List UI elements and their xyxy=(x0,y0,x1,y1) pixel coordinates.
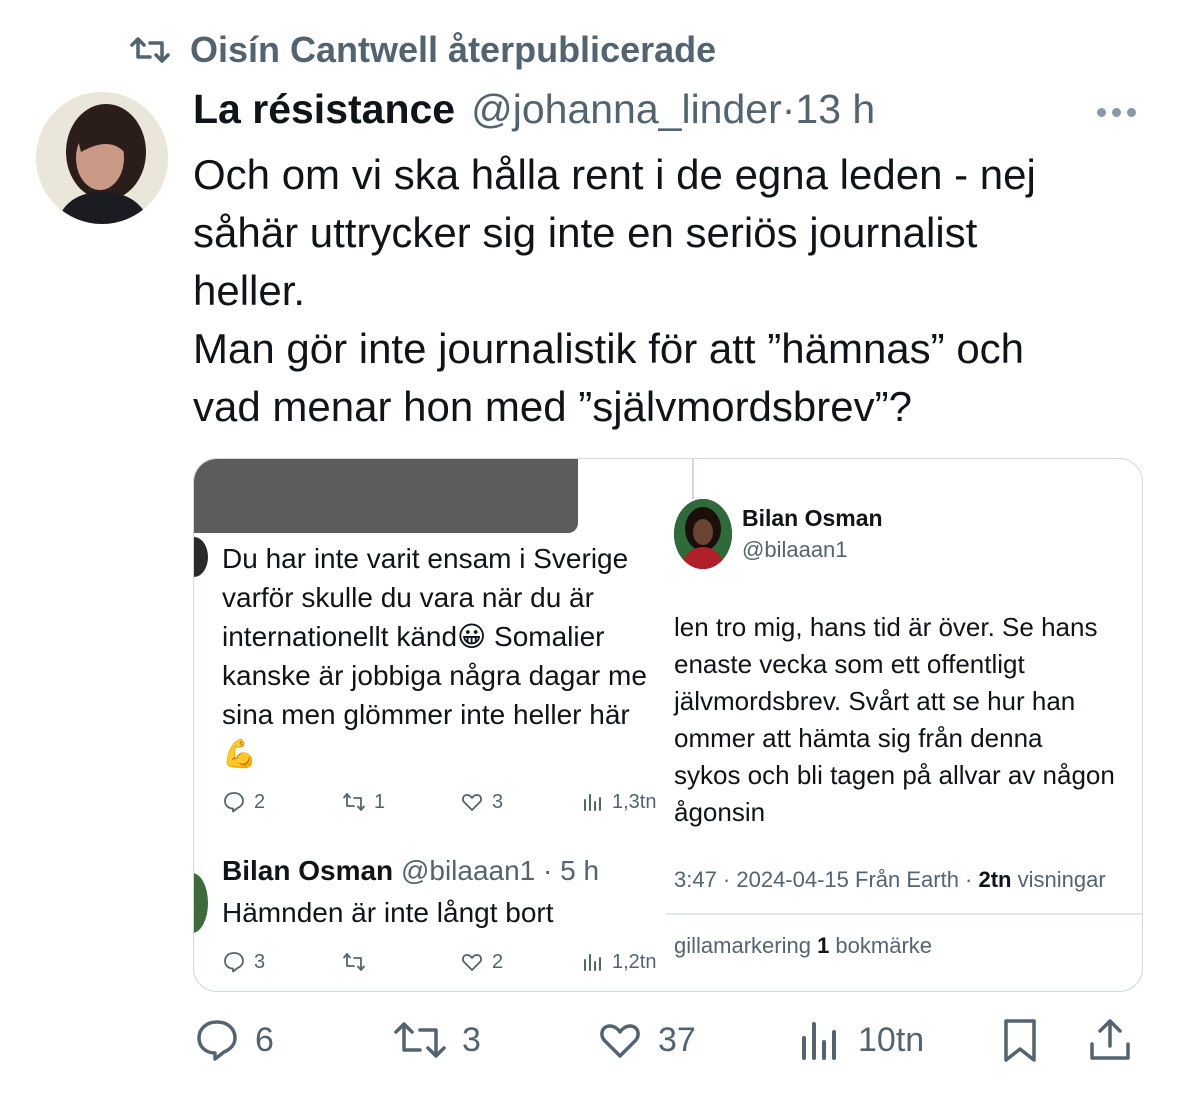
view-count: 1,2tn xyxy=(580,950,656,974)
avatar xyxy=(194,537,208,577)
quoted-tweet-text: len tro mig, hans tid är över. Se hans e… xyxy=(674,609,1142,831)
bookmark-icon xyxy=(1004,1019,1036,1062)
display-name[interactable]: La résistance xyxy=(193,86,455,133)
quoted-text-line: enaste vecka som ett offentligt xyxy=(674,649,1025,679)
repost-label: Oisín Cantwell återpublicerade xyxy=(190,29,717,70)
tweet-text-line: såhär uttrycker sig inte en seriös journ… xyxy=(193,209,978,256)
view-count: 1,3tn xyxy=(580,790,656,814)
repost-indicator[interactable]: Oisín Cantwell återpublicerade xyxy=(130,28,716,72)
reply-text-line: sina men glömmer inte heller här xyxy=(222,699,630,730)
tweet-timestamp[interactable]: 13 h xyxy=(795,86,875,133)
repost-icon xyxy=(394,1022,446,1058)
avatar[interactable] xyxy=(36,92,168,224)
more-options-button[interactable] xyxy=(1092,100,1140,124)
reply-text-line: varför skulle du vara när du är xyxy=(222,582,594,613)
cropped-image-block xyxy=(194,459,578,533)
views-button[interactable]: 10tn xyxy=(796,1016,924,1064)
views-icon xyxy=(584,954,601,971)
quoted-text-line: ågonsin xyxy=(674,797,766,827)
repost-button[interactable]: 3 xyxy=(392,1016,481,1064)
share-icon xyxy=(1090,1019,1130,1060)
reply-author-name: Bilan Osman xyxy=(222,855,394,886)
reply-text-line: internationellt känd😀 Somalier xyxy=(222,621,605,652)
heart-icon xyxy=(462,954,482,971)
more-dot-icon xyxy=(1111,107,1121,117)
like-count: 37 xyxy=(658,1020,696,1059)
quoted-text-line: sykos och bli tagen på allvar av någon xyxy=(674,760,1115,790)
reply-text-line: Du har inte varit ensam i Sverige xyxy=(222,543,629,574)
tweet-text-line: Och om vi ska hålla rent i de egna leden… xyxy=(193,151,1036,198)
author-handle: @bilaaan1 xyxy=(742,537,848,562)
avatar-image xyxy=(674,499,732,569)
quoted-view-count: 2tn xyxy=(978,867,1012,892)
heart-icon xyxy=(600,1024,640,1058)
media-left-screenshot: Du har inte varit ensam i Sverige varför… xyxy=(194,459,664,991)
tweet-text-line: heller. xyxy=(193,267,306,314)
repost-icon xyxy=(343,953,365,971)
more-dot-icon xyxy=(1096,107,1106,117)
views-icon xyxy=(584,794,601,811)
likes-label: gillamarkering xyxy=(674,933,818,958)
user-handle[interactable]: @johanna_linder xyxy=(471,86,782,133)
repost-icon xyxy=(130,37,170,63)
reply-count: 2 xyxy=(222,790,265,814)
divider xyxy=(666,913,1142,915)
tweet-media-image[interactable]: Du har inte varit ensam i Sverige varför… xyxy=(193,458,1143,992)
author-name: Bilan Osman xyxy=(742,505,883,531)
comment-icon xyxy=(224,792,244,813)
quoted-engagement: gillamarkering 1 bokmärke xyxy=(674,933,932,959)
media-right-screenshot: Bilan Osman @bilaaan1 len tro mig, hans … xyxy=(666,459,1142,991)
avatar xyxy=(194,873,208,933)
quoted-view-label: visningar xyxy=(1011,867,1106,892)
repost-count: 1 xyxy=(342,790,385,814)
heart-icon xyxy=(462,794,482,811)
tweet-header: La résistance @johanna_linder · 13 h xyxy=(193,86,875,142)
quoted-text-line: ommer att hämta sig från denna xyxy=(674,723,1043,753)
like-count: 2 xyxy=(460,950,503,974)
quoted-tweet-meta: 3:47 · 2024-04-15 Från Earth · 2tn visni… xyxy=(674,867,1106,893)
view-count: 10tn xyxy=(858,1020,925,1059)
avatar xyxy=(674,499,732,569)
repost-count: 3 xyxy=(462,1020,481,1059)
avatar-image xyxy=(36,92,168,224)
reply-button[interactable]: 6 xyxy=(193,1016,274,1064)
reply-stats-row: 2 1 3 1,3tn xyxy=(194,787,664,817)
tweet-text-line: Man gör inte journalistik för att ”hämna… xyxy=(193,325,1025,372)
like-button[interactable]: 37 xyxy=(596,1016,696,1064)
reply-author-meta: @bilaaan1 · 5 h xyxy=(400,855,600,886)
more-dot-icon xyxy=(1126,107,1136,117)
separator-dot: · xyxy=(781,86,796,132)
like-count: 3 xyxy=(460,790,503,814)
reply-header: Bilan Osman @bilaaan1 · 5 h xyxy=(222,855,599,887)
bookmark-label: bokmärke xyxy=(829,933,933,958)
tweet-text: Och om vi ska hålla rent i de egna leden… xyxy=(193,146,1153,436)
repost-count xyxy=(342,950,374,974)
repost-icon xyxy=(343,793,365,811)
bookmark-button[interactable] xyxy=(996,1016,1044,1064)
reply-stats-row: 3 2 1,2tn xyxy=(194,947,664,977)
reply-text-line: 💪 xyxy=(222,738,257,769)
comment-icon xyxy=(224,952,244,973)
views-icon xyxy=(802,1022,836,1060)
reply-text: Du har inte varit ensam i Sverige varför… xyxy=(222,539,664,773)
quoted-timestamp: 3:47 · 2024-04-15 Från Earth · xyxy=(674,867,979,892)
comment-icon xyxy=(197,1020,237,1061)
reply-text-line: kanske är jobbiga några dagar me xyxy=(222,660,647,691)
share-button[interactable] xyxy=(1086,1016,1134,1064)
quoted-text-line: len tro mig, hans tid är över. Se hans xyxy=(674,612,1098,642)
reply-count: 6 xyxy=(255,1020,274,1059)
quoted-text-line: jälvmordsbrev. Svårt att se hur han xyxy=(674,686,1076,716)
tweet-text-line: vad menar hon med ”självmordsbrev”? xyxy=(193,383,912,430)
reply-count: 3 xyxy=(222,950,265,974)
bookmark-count: 1 xyxy=(817,933,830,958)
reply-text: Hämnden är inte långt bort xyxy=(222,897,554,928)
